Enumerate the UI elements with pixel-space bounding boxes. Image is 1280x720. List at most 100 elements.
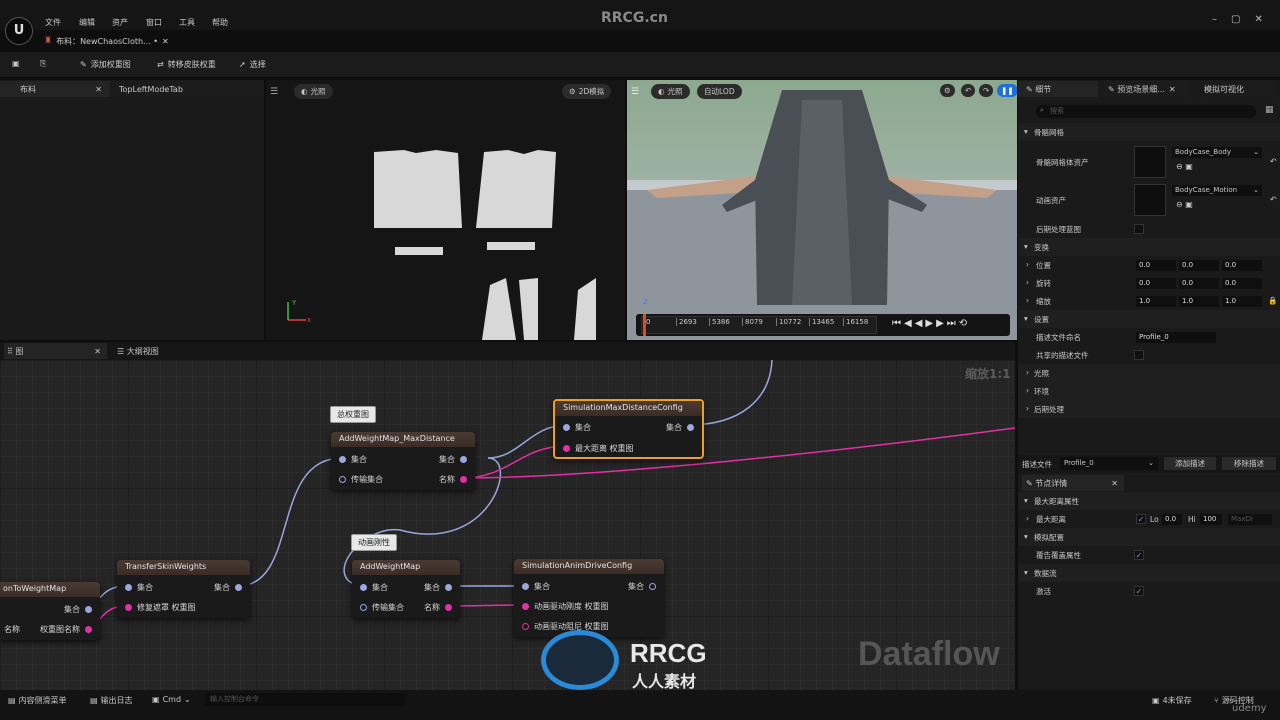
pin-collection-out[interactable]: 集合: [214, 582, 242, 593]
unreal-logo-icon[interactable]: U: [5, 17, 33, 45]
menu-file[interactable]: 文件: [45, 17, 61, 28]
rotation-y[interactable]: 0.0: [1179, 278, 1219, 289]
unsaved-button[interactable]: ▣ 4未保存: [1152, 695, 1192, 706]
pin-weight-name-out[interactable]: 权重图名称: [40, 624, 92, 635]
skeletal-asset-dropdown[interactable]: BodyCase_Body ⌄: [1172, 147, 1262, 158]
pin-collection-out[interactable]: 集合: [666, 422, 694, 433]
scale-z[interactable]: 1.0: [1222, 296, 1262, 307]
dataflow-graph[interactable]: 缩放1:1 Dataflow 总权重图 动画刚性 SimulationMaxDi…: [0, 360, 1015, 691]
section-max-distance[interactable]: ▾ 最大距离属性: [1018, 492, 1280, 510]
pin-collection-in[interactable]: 集合: [563, 422, 591, 433]
profile-dropdown[interactable]: Profile_0 ⌄: [1060, 457, 1158, 470]
close-icon[interactable]: ✕: [1111, 479, 1118, 488]
pause-icon[interactable]: ❚❚: [997, 84, 1017, 97]
pin-collection-in[interactable]: 集合: [339, 454, 367, 465]
remove-profile-button[interactable]: 移除描述: [1222, 457, 1276, 470]
menu-help[interactable]: 帮助: [212, 17, 228, 28]
tab-graph[interactable]: ⠿ 图 ✕: [4, 343, 107, 359]
pin-collection-out[interactable]: 集合: [628, 581, 656, 592]
pin-collection-in[interactable]: 集合: [360, 582, 388, 593]
document-tab[interactable]: ♜ 布料：NewChaosCloth... • ✕: [44, 32, 169, 50]
section-settings[interactable]: ▾ 设置: [1018, 310, 1280, 328]
lit-button-2d[interactable]: ◐ 光照: [294, 84, 333, 99]
comment-anim-stiffness[interactable]: 动画刚性: [351, 534, 397, 551]
browse-icon[interactable]: ⎘: [40, 59, 46, 69]
add-weight-map-button[interactable]: ✎ 添加权重图: [80, 59, 131, 70]
post-process-checkbox[interactable]: [1134, 224, 1144, 234]
location-x[interactable]: 0.0: [1136, 260, 1176, 271]
menu-window[interactable]: 窗口: [146, 17, 162, 28]
camera-icon[interactable]: ⚙: [940, 84, 955, 97]
override-checkbox[interactable]: ✓: [1134, 550, 1144, 560]
pin-name-in[interactable]: 名称: [4, 624, 20, 635]
pin-collection-in[interactable]: 集合: [125, 582, 153, 593]
pin-fix-mask-weight[interactable]: 修复遮罩 权重图: [125, 602, 196, 613]
content-drawer-button[interactable]: ▤ 内容侧滑菜单: [8, 695, 67, 706]
use-selected-icon[interactable]: ⊖ ▣: [1176, 200, 1193, 209]
comment-total-weight[interactable]: 总权重图: [330, 406, 376, 423]
mode-2d-button[interactable]: ⚙ 2D模拟: [562, 84, 612, 99]
close-icon[interactable]: ✕: [1169, 85, 1176, 94]
viewport-3d[interactable]: ☰ ◐ 光照 自动LOD ⚙ ↶ ↷ ❚❚ Z: [627, 80, 1017, 340]
pin-max-distance-weight[interactable]: 最大距离 权重图: [563, 443, 634, 454]
menu-icon[interactable]: ☰: [631, 87, 639, 97]
node-transfer-skin-weights[interactable]: TransferSkinWeights 集合 集合 修复遮罩 权重图: [117, 560, 250, 618]
pin-collection-out[interactable]: 集合: [424, 582, 452, 593]
pin-collection-out[interactable]: 集合: [439, 454, 467, 465]
section-transform[interactable]: ▾ 变换: [1018, 238, 1280, 256]
rotation-z[interactable]: 0.0: [1222, 278, 1262, 289]
pin-name-out[interactable]: 名称: [439, 474, 467, 485]
close-icon[interactable]: ✕: [94, 347, 101, 356]
lock-icon[interactable]: 🔒: [1268, 296, 1277, 305]
reset-icon[interactable]: ↶: [1270, 157, 1277, 166]
close-icon[interactable]: ✕: [95, 85, 102, 94]
lod-button[interactable]: 自动LOD: [697, 84, 742, 99]
search-input[interactable]: 搜索: [1036, 105, 1256, 118]
tab-preview-scene[interactable]: ✎ 预览场景细... ✕: [1104, 81, 1190, 97]
hi-input[interactable]: 100: [1200, 514, 1222, 525]
tab-top-left-mode[interactable]: TopLeftModeTab: [111, 81, 264, 97]
location-y[interactable]: 0.0: [1179, 260, 1219, 271]
pin-anim-drive-stiffness[interactable]: 动画驱动刚度 权重图: [522, 601, 609, 612]
reset-icon[interactable]: ↶: [1270, 195, 1277, 204]
shared-profile-checkbox[interactable]: [1134, 350, 1144, 360]
pin-transfer-collection[interactable]: 传输集合: [339, 474, 383, 485]
lo-input[interactable]: 0.0: [1162, 514, 1182, 525]
rotation-x[interactable]: 0.0: [1136, 278, 1176, 289]
section-lighting[interactable]: › 光照: [1018, 364, 1280, 382]
menu-asset[interactable]: 资产: [112, 17, 128, 28]
lit-button-3d[interactable]: ◐ 光照: [651, 84, 690, 99]
max-distance-checkbox[interactable]: ✓: [1136, 514, 1146, 524]
tab-outline[interactable]: ☰ 大纲视图: [114, 343, 204, 359]
section-data-flow[interactable]: ▾ 数据流: [1018, 564, 1280, 582]
tab-node-details[interactable]: ✎ 节点详情 ✕: [1022, 475, 1124, 491]
node-add-weight-map[interactable]: AddWeightMap 集合 集合 传输集合 名称: [352, 560, 460, 618]
menu-tools[interactable]: 工具: [179, 17, 195, 28]
pin-transfer-collection[interactable]: 传输集合: [360, 602, 404, 613]
redo-icon[interactable]: ↷: [979, 84, 994, 97]
undo-icon[interactable]: ↶: [961, 84, 976, 97]
use-selected-icon[interactable]: ⊖ ▣: [1176, 162, 1193, 171]
cmd-dropdown[interactable]: ▣ Cmd ⌄: [152, 695, 191, 704]
tab-sim-visualization[interactable]: 模拟可视化: [1204, 81, 1274, 97]
pin-anim-drive-damping[interactable]: 动画驱动阻尼 权重图: [522, 621, 609, 632]
menu-icon[interactable]: ☰: [270, 87, 278, 97]
tab-cloth[interactable]: 布料 ✕: [0, 81, 110, 97]
tab-details[interactable]: ✎ 细节: [1018, 81, 1098, 97]
grid-icon[interactable]: ▦: [1265, 105, 1274, 115]
window-controls[interactable]: –▢✕: [1212, 14, 1277, 25]
scale-y[interactable]: 1.0: [1179, 296, 1219, 307]
max-distance-map-input[interactable]: MaxDi: [1228, 514, 1272, 525]
pin-collection-out[interactable]: 集合: [64, 604, 92, 615]
node-add-weight-map-max-distance[interactable]: AddWeightMap_MaxDistance 集合 集合 传输集合 名称: [331, 432, 475, 490]
pin-name-out[interactable]: 名称: [424, 602, 452, 613]
section-post-processing[interactable]: › 后期处理: [1018, 400, 1280, 418]
section-environment[interactable]: › 环境: [1018, 382, 1280, 400]
section-skeletal-mesh[interactable]: ▾ 骨骼网格: [1018, 123, 1280, 141]
console-input[interactable]: 输入控制台命令: [205, 693, 405, 706]
transfer-skin-weights-button[interactable]: ⇄ 转移皮肤权重: [157, 59, 216, 70]
location-z[interactable]: 0.0: [1222, 260, 1262, 271]
select-button[interactable]: ➚ 选择: [239, 59, 266, 70]
add-profile-button[interactable]: 添加描述: [1164, 457, 1216, 470]
profile-name-input[interactable]: Profile_0: [1136, 332, 1216, 343]
